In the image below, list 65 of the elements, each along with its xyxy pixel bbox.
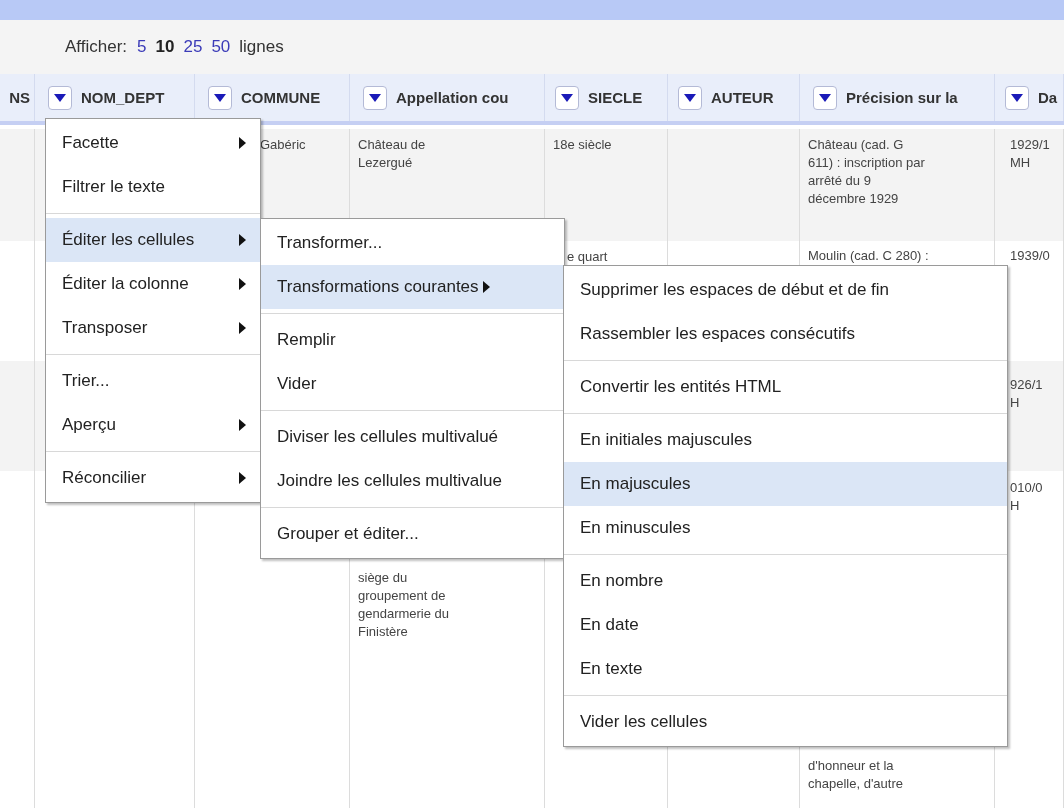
column-title: Appellation cou: [396, 89, 509, 106]
menu-item[interactable]: En texte: [564, 647, 1007, 691]
caret-icon: [54, 93, 66, 102]
menu-item[interactable]: Supprimer les espaces de début et de fin: [564, 268, 1007, 312]
table-cell-text: 18e siècle: [553, 136, 613, 154]
menu-item[interactable]: Filtrer le texte: [46, 165, 260, 209]
menu-item[interactable]: Vider: [261, 362, 564, 406]
table-cell-text: 926/1 H: [1010, 376, 1044, 412]
column-menu-button[interactable]: [48, 85, 72, 110]
column-menu-button[interactable]: [208, 85, 232, 110]
column-title: Da: [1038, 89, 1058, 106]
caret-icon: [561, 93, 573, 102]
pager-label: Afficher:: [65, 37, 128, 57]
page-size-link[interactable]: 5: [137, 37, 147, 57]
caret-icon: [684, 93, 696, 102]
column-title: NOM_DEPT: [81, 89, 165, 106]
menu-item[interactable]: Convertir les entités HTML: [564, 365, 1007, 409]
column-menu-button[interactable]: [813, 85, 837, 110]
menu-item[interactable]: Trier...: [46, 359, 260, 403]
table-cell-text: 1929/1 MH: [1010, 136, 1051, 172]
menu-item[interactable]: Réconcilier: [46, 456, 260, 500]
table-cell-text: Moulin (cad. C 280) :: [808, 247, 930, 265]
menu-item[interactable]: En initiales majuscules: [564, 418, 1007, 462]
column-title: SIECLE: [588, 89, 643, 106]
menu-item[interactable]: Transformer...: [261, 221, 564, 265]
menu-item[interactable]: Grouper et éditer...: [261, 512, 564, 556]
column-title: NS: [9, 89, 30, 106]
column-title: COMMUNE: [241, 89, 321, 106]
menu-item[interactable]: Vider les cellules: [564, 700, 1007, 744]
table-cell-text: 010/0 H: [1010, 479, 1044, 515]
table-cell-text: Gabéric: [260, 136, 307, 154]
menu-item[interactable]: Transformations courantes: [261, 265, 564, 309]
column-menu-button[interactable]: [555, 85, 579, 110]
menu-item[interactable]: Éditer les cellules: [46, 218, 260, 262]
page-size-link[interactable]: 50: [211, 37, 231, 57]
page-size-link[interactable]: 25: [183, 37, 203, 57]
menu-item[interactable]: Diviser les cellules multivalué: [261, 415, 564, 459]
caret-icon: [1011, 93, 1023, 102]
menu-item[interactable]: En date: [564, 603, 1007, 647]
table-cell-text: d'honneur et la chapelle, d'autre: [808, 757, 904, 793]
page-size-link[interactable]: 10: [155, 37, 175, 57]
menu-item[interactable]: Remplir: [261, 318, 564, 362]
caret-icon: [369, 93, 381, 102]
column-menu-button[interactable]: [363, 85, 387, 110]
table-cell-text: e quart: [567, 248, 609, 266]
column-menu-button[interactable]: [1005, 85, 1029, 110]
caret-icon: [214, 93, 226, 102]
menu-item[interactable]: Joindre les cellules multivalue: [261, 459, 564, 503]
table-cell-text: siège du groupement de gendarmerie du Finistère: [358, 569, 451, 641]
column-title: AUTEUR: [711, 89, 774, 106]
menu-item[interactable]: Rassembler les espaces consécutifs: [564, 312, 1007, 356]
table-cell-text: 1939/0: [1010, 247, 1051, 265]
pager-suffix: lignes: [239, 37, 284, 57]
menu-item[interactable]: Facette: [46, 121, 260, 165]
table-cell-text: Château (cad. G 611) : inscription par arrêté du 9 décembre 1929: [808, 136, 926, 208]
menu-item[interactable]: Transposer: [46, 306, 260, 350]
menu-item[interactable]: En majuscules: [564, 462, 1007, 506]
table-cell-text: Château de Lezergué: [358, 136, 427, 172]
menu-item[interactable]: Aperçu: [46, 403, 260, 447]
column-title: Précision sur la: [846, 89, 958, 106]
caret-icon: [819, 93, 831, 102]
menu-item[interactable]: En nombre: [564, 559, 1007, 603]
menu-item[interactable]: Éditer la colonne: [46, 262, 260, 306]
menu-item[interactable]: En minuscules: [564, 506, 1007, 550]
column-menu-button[interactable]: [678, 85, 702, 110]
